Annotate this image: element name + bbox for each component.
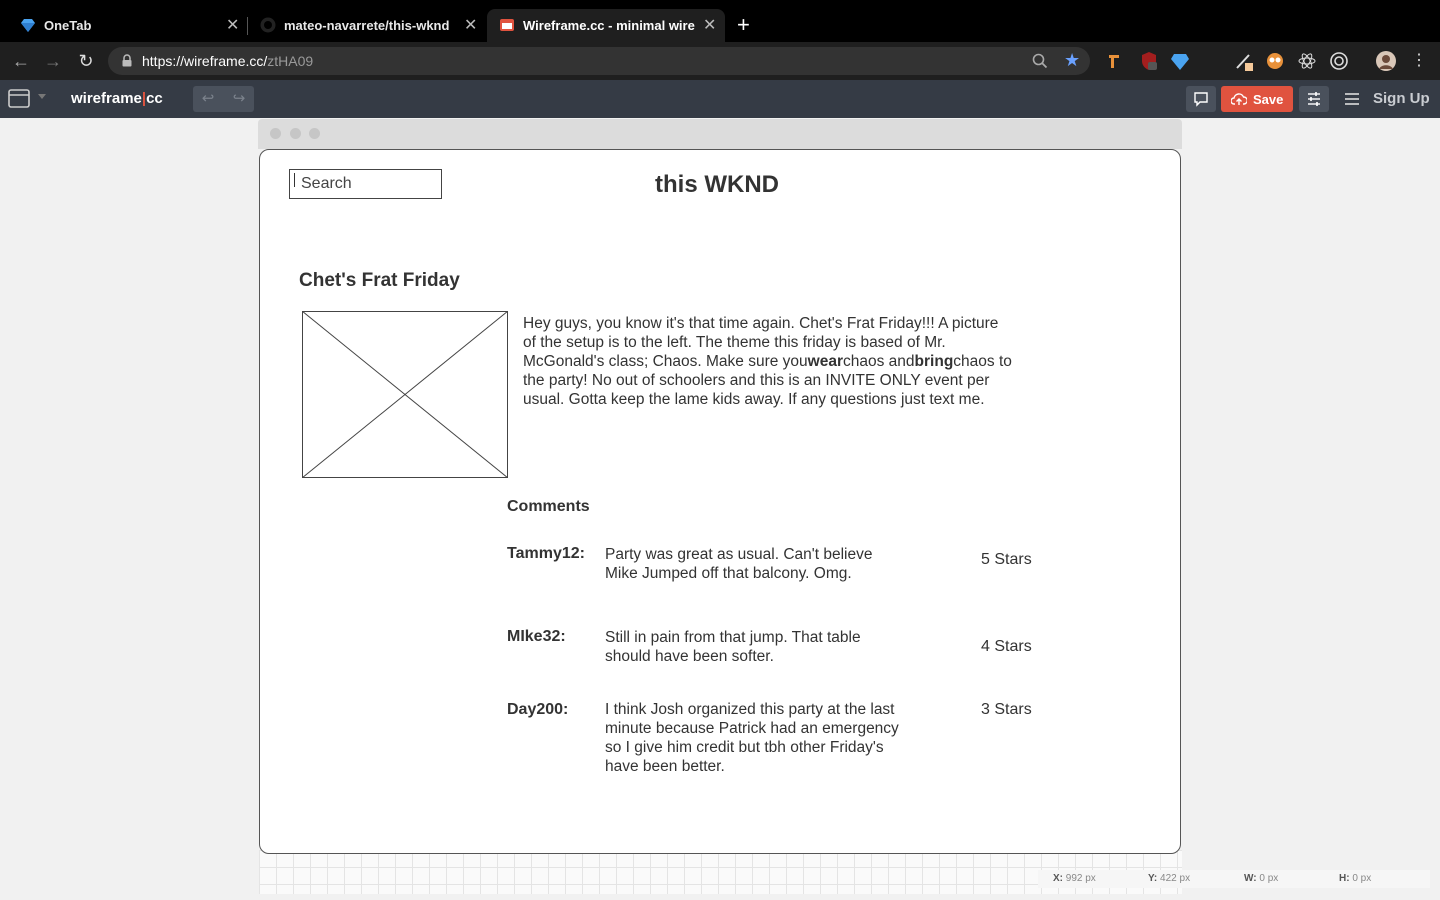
- search-input[interactable]: Search: [289, 169, 442, 199]
- forward-arrow-icon[interactable]: →: [42, 50, 64, 72]
- tab-strip: OneTab ✕ mateo-navarrete/this-wknd ✕ Wir…: [0, 0, 1440, 42]
- comment-text[interactable]: I think Josh organized this party at the…: [605, 700, 905, 776]
- tab-onetab[interactable]: OneTab ✕: [8, 9, 246, 42]
- text-cursor: [294, 173, 295, 187]
- comment-text[interactable]: Still in pain from that jump. That table…: [605, 628, 905, 666]
- address-bar[interactable]: https://wireframe.cc/ztHA09 ★: [108, 47, 1090, 75]
- window-dot: [270, 128, 281, 139]
- status-x-value: 992 px: [1065, 873, 1096, 884]
- status-x-label: X:: [1053, 873, 1063, 884]
- sliders-icon: [1308, 92, 1320, 106]
- close-tab-icon[interactable]: ✕: [226, 15, 239, 35]
- wireframe-window-bar: [258, 119, 1182, 149]
- close-tab-icon[interactable]: ✕: [703, 15, 716, 35]
- tab-wireframe-cc[interactable]: Wireframe.cc - minimal wirefra ✕: [487, 9, 725, 42]
- post-title[interactable]: Chet's Frat Friday: [299, 270, 460, 292]
- browser-toolbar: ← → ↻ https://wireframe.cc/ztHA09 ★ ⋮: [0, 42, 1440, 80]
- url-host: https://wireframe.cc/: [142, 53, 268, 69]
- search-placeholder: Search: [301, 175, 352, 192]
- new-tab-button[interactable]: +: [737, 12, 750, 38]
- url-path: ztHA09: [267, 53, 314, 69]
- onetab-diamond-icon: [21, 19, 35, 32]
- coordinates-status-bar: X: 992 px Y: 422 px W: 0 px H: 0 px: [1038, 870, 1430, 888]
- target-extension-icon[interactable]: [1329, 51, 1349, 71]
- wireframe-cc-icon: [500, 19, 514, 31]
- redo-icon[interactable]: ↪: [224, 89, 254, 107]
- site-title[interactable]: this WKND: [655, 171, 779, 199]
- brand-cc: cc: [146, 90, 163, 107]
- extension-pickaxe-icon[interactable]: [1105, 51, 1125, 71]
- status-h-value: 0 px: [1352, 873, 1372, 884]
- status-w-label: W:: [1244, 873, 1257, 884]
- comments-button[interactable]: [1186, 86, 1216, 112]
- lock-icon: [122, 54, 132, 67]
- settings-button[interactable]: [1299, 86, 1329, 112]
- bookmark-star-icon[interactable]: ★: [1064, 50, 1080, 71]
- comment-username[interactable]: Tammy12:: [507, 545, 585, 563]
- status-w-value: 0 px: [1259, 873, 1279, 884]
- avatar[interactable]: [1376, 51, 1396, 71]
- back-arrow-icon[interactable]: ←: [10, 50, 32, 72]
- undo-redo-group: ↩ ↪: [193, 86, 254, 112]
- sign-up-link[interactable]: Sign Up: [1373, 90, 1430, 107]
- reload-icon[interactable]: ↻: [75, 50, 97, 72]
- window-dot: [309, 128, 320, 139]
- hamburger-menu-icon[interactable]: [1344, 92, 1360, 106]
- cloud-upload-icon: [1231, 93, 1247, 105]
- github-icon: [260, 17, 276, 33]
- status-y-value: 422 px: [1160, 873, 1191, 884]
- image-placeholder[interactable]: [302, 311, 508, 478]
- comment-icon: [1194, 92, 1208, 107]
- save-label: Save: [1253, 92, 1284, 107]
- status-x: X: 992 px: [1053, 873, 1096, 884]
- undo-icon[interactable]: ↩: [193, 89, 223, 107]
- comment-username[interactable]: MIke32:: [507, 628, 566, 646]
- zoom-icon[interactable]: [1032, 53, 1048, 69]
- post-body[interactable]: Hey guys, you know it's that time again.…: [523, 314, 1013, 409]
- window-dot: [290, 128, 301, 139]
- post-body-bold: wear: [807, 353, 844, 370]
- post-body-bold: bring: [914, 353, 954, 370]
- comment-rating[interactable]: 4 Stars: [981, 638, 1032, 656]
- tab-title: OneTab: [44, 18, 92, 33]
- ublock-origin-icon[interactable]: [1139, 51, 1159, 71]
- status-y-label: Y:: [1148, 873, 1158, 884]
- tab-title: mateo-navarrete/this-wknd: [284, 18, 450, 33]
- comment-rating[interactable]: 5 Stars: [981, 551, 1032, 569]
- comment-rating[interactable]: 3 Stars: [981, 701, 1032, 719]
- kebab-menu-icon[interactable]: ⋮: [1408, 50, 1430, 72]
- app-logo: wireframe|cc: [71, 90, 163, 107]
- react-devtools-icon[interactable]: [1297, 51, 1317, 71]
- tab-title: Wireframe.cc - minimal wirefra: [523, 18, 695, 33]
- comment-text[interactable]: Party was great as usual. Can't believe …: [605, 545, 905, 583]
- status-y: Y: 422 px: [1148, 873, 1190, 884]
- pages-icon[interactable]: [8, 88, 32, 110]
- app-toolbar: wireframe|cc ↩ ↪ Save Sign Up: [0, 80, 1440, 118]
- close-tab-icon[interactable]: ✕: [464, 15, 477, 35]
- color-picker-icon[interactable]: [1234, 51, 1254, 71]
- comments-heading[interactable]: Comments: [507, 498, 590, 516]
- chevron-down-icon[interactable]: [38, 94, 46, 99]
- brand-wireframe: wireframe: [71, 90, 142, 107]
- eyes-extension-icon[interactable]: [1265, 51, 1285, 71]
- onetab-extension-icon[interactable]: [1170, 51, 1190, 71]
- tab-github[interactable]: mateo-navarrete/this-wknd ✕: [248, 9, 486, 42]
- save-button[interactable]: Save: [1221, 86, 1293, 112]
- status-h-label: H:: [1339, 873, 1350, 884]
- post-body-text: chaos and: [843, 353, 915, 370]
- status-h: H: 0 px: [1339, 873, 1371, 884]
- status-w: W: 0 px: [1244, 873, 1278, 884]
- url-text: https://wireframe.cc/ztHA09: [142, 53, 313, 69]
- comment-username[interactable]: Day200:: [507, 701, 568, 719]
